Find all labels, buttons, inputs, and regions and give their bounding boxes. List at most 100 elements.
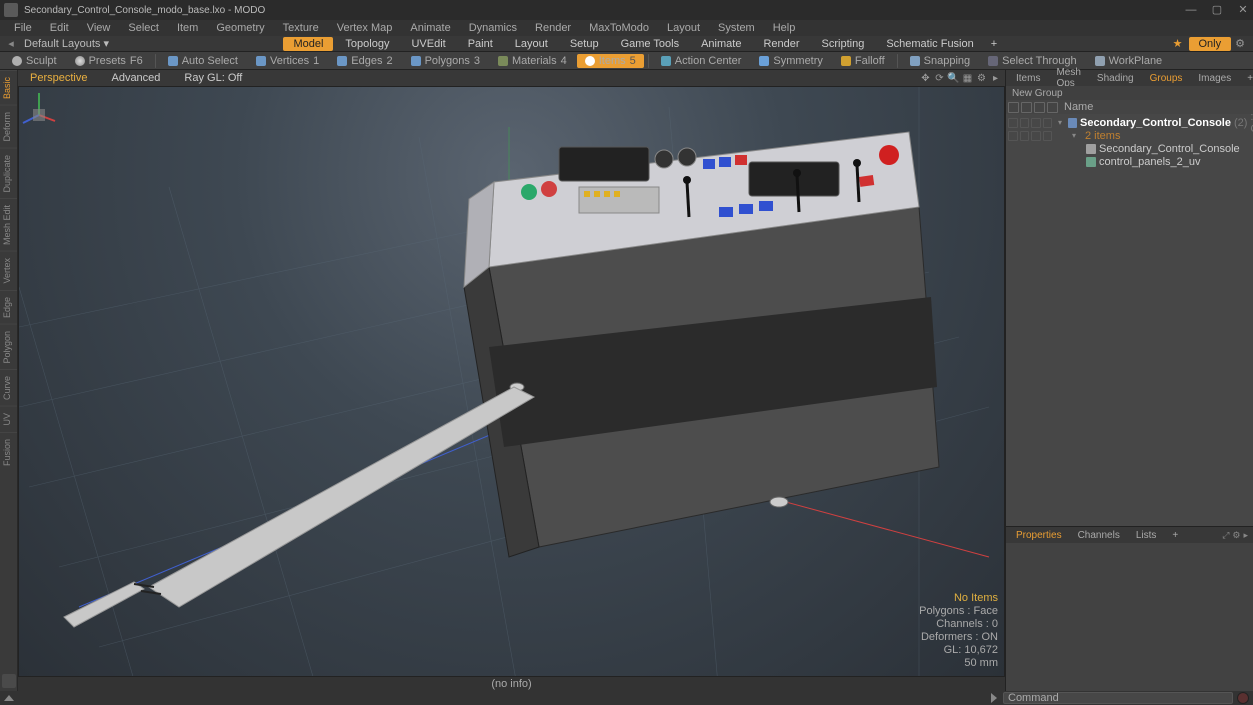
rp-tab-add[interactable]: + [1239,72,1253,85]
tab-layout[interactable]: Layout [505,37,558,51]
autoselect-tool[interactable]: Auto Select [160,54,246,68]
vtab-basic[interactable]: Basic [0,70,17,105]
tab-setup[interactable]: Setup [560,37,609,51]
rp-tab-items[interactable]: Items [1008,72,1048,85]
menu-geometry[interactable]: Geometry [208,21,272,35]
lp-gear-icon[interactable]: ⚙ [1232,530,1240,541]
lp-tab-properties[interactable]: Properties [1008,529,1070,542]
vp-move-icon[interactable]: ✥ [920,73,931,84]
minimize-button[interactable]: — [1185,4,1197,16]
vtab-vertex[interactable]: Vertex [0,251,17,290]
tree-row-root[interactable]: ▾ Secondary_Control_Console (2) : Group [1006,116,1253,129]
menu-vertexmap[interactable]: Vertex Map [329,21,401,35]
tab-topology[interactable]: Topology [335,37,399,51]
symmetry-tool[interactable]: Symmetry [751,54,831,68]
vp-gear-icon[interactable]: ⚙ [976,73,987,84]
default-layouts-dropdown[interactable]: Default Layouts ▾ [18,36,115,51]
actioncenter-tool[interactable]: Action Center [653,54,750,68]
menu-layout[interactable]: Layout [659,21,708,35]
vp-zoom-icon[interactable]: 🔍 [948,73,959,84]
command-input[interactable]: Command [1003,692,1233,704]
maximize-button[interactable]: ▢ [1211,4,1223,16]
presets-label: Presets [89,55,126,67]
col-sel-icon[interactable] [1034,102,1045,113]
vp-rotate-icon[interactable]: ⟳ [934,73,945,84]
menu-help[interactable]: Help [765,21,804,35]
presets-tool[interactable]: PresetsF6 [67,54,151,68]
vtab-curve[interactable]: Curve [0,369,17,406]
vp-frame-icon[interactable]: ▦ [962,73,973,84]
tree-toggle-icon[interactable]: ▾ [1072,131,1080,140]
axis-gizmo-icon[interactable] [19,87,59,127]
vtab-duplicate[interactable]: Duplicate [0,148,17,199]
only-toggle[interactable]: Only [1189,37,1232,51]
lp-tab-lists[interactable]: Lists [1128,529,1165,542]
col-lock-icon[interactable] [1021,102,1032,113]
menu-select[interactable]: Select [120,21,167,35]
tree-root-label: Secondary_Control_Console [1080,117,1231,129]
col-vis-icon[interactable] [1008,102,1019,113]
stat-deformers: Deformers : ON [919,631,998,644]
menu-animate[interactable]: Animate [402,21,458,35]
expand-up-icon[interactable] [4,695,14,701]
menu-file[interactable]: File [6,21,40,35]
col-tag-icon[interactable] [1047,102,1058,113]
add-layout-button[interactable]: + [985,38,1003,50]
cmd-arrow-icon[interactable] [991,693,997,703]
rp-tab-groups[interactable]: Groups [1142,72,1191,85]
close-button[interactable]: ✕ [1237,4,1249,16]
materials-tool[interactable]: Materials4 [490,54,575,68]
items-tool[interactable]: Items5 [577,54,644,68]
edges-tool[interactable]: Edges2 [329,54,400,68]
tab-paint[interactable]: Paint [458,37,503,51]
favorite-icon[interactable]: ★ [1173,37,1183,50]
tab-animate[interactable]: Animate [691,37,751,51]
menu-render[interactable]: Render [527,21,579,35]
tree-row-mesh[interactable]: Secondary_Control_Console [1006,142,1253,155]
lp-more-icon[interactable]: ▸ [1243,530,1248,541]
tab-render[interactable]: Render [753,37,809,51]
lp-tab-channels[interactable]: Channels [1070,529,1128,542]
workplane-tool[interactable]: WorkPlane [1087,54,1171,68]
snapping-tool[interactable]: Snapping [902,54,979,68]
menu-maxtomodo[interactable]: MaxToModo [581,21,657,35]
lp-expand-icon[interactable]: ⤢ [1222,530,1229,541]
tab-scripting[interactable]: Scripting [812,37,875,51]
menu-dynamics[interactable]: Dynamics [461,21,525,35]
tab-schematicfusion[interactable]: Schematic Fusion [876,37,983,51]
tab-uvedit[interactable]: UVEdit [401,37,455,51]
tab-model[interactable]: Model [283,37,333,51]
vtab-meshedit[interactable]: Mesh Edit [0,198,17,251]
lp-tab-add[interactable]: + [1164,529,1186,542]
polygons-tool[interactable]: Polygons3 [403,54,488,68]
vtab-deform[interactable]: Deform [0,105,17,148]
viewport-tab-raygl[interactable]: Ray GL: Off [172,71,254,85]
record-button[interactable] [1237,692,1249,704]
vtab-polygon[interactable]: Polygon [0,324,17,370]
rp-tab-images[interactable]: Images [1190,72,1239,85]
vp-more-icon[interactable]: ▸ [990,73,1001,84]
new-group-button[interactable]: New Group [1006,86,1253,100]
viewport-tab-perspective[interactable]: Perspective [18,71,99,85]
vtab-fusion[interactable]: Fusion [0,432,17,472]
left-strip-slot[interactable] [2,674,16,688]
viewport-tab-advanced[interactable]: Advanced [99,71,172,85]
viewport-3d[interactable]: No Items Polygons : Face Channels : 0 De… [18,86,1005,677]
menu-texture[interactable]: Texture [275,21,327,35]
tree-toggle-icon[interactable]: ▾ [1058,118,1065,127]
sculpt-tool[interactable]: Sculpt [4,54,65,68]
tree-row-uv[interactable]: control_panels_2_uv [1006,155,1253,168]
menu-system[interactable]: System [710,21,763,35]
vertices-tool[interactable]: Vertices1 [248,54,327,68]
vtab-edge[interactable]: Edge [0,290,17,324]
falloff-tool[interactable]: Falloff [833,54,893,68]
groups-tree[interactable]: ▾ Secondary_Control_Console (2) : Group … [1006,114,1253,526]
rp-tab-shading[interactable]: Shading [1089,72,1142,85]
menu-edit[interactable]: Edit [42,21,77,35]
layout-prev-icon[interactable]: ◂ [4,37,18,50]
settings-icon[interactable]: ⚙ [1235,37,1245,50]
menu-item[interactable]: Item [169,21,206,35]
vtab-uv[interactable]: UV [0,406,17,432]
menu-view[interactable]: View [79,21,119,35]
tab-gametools[interactable]: Game Tools [611,37,690,51]
